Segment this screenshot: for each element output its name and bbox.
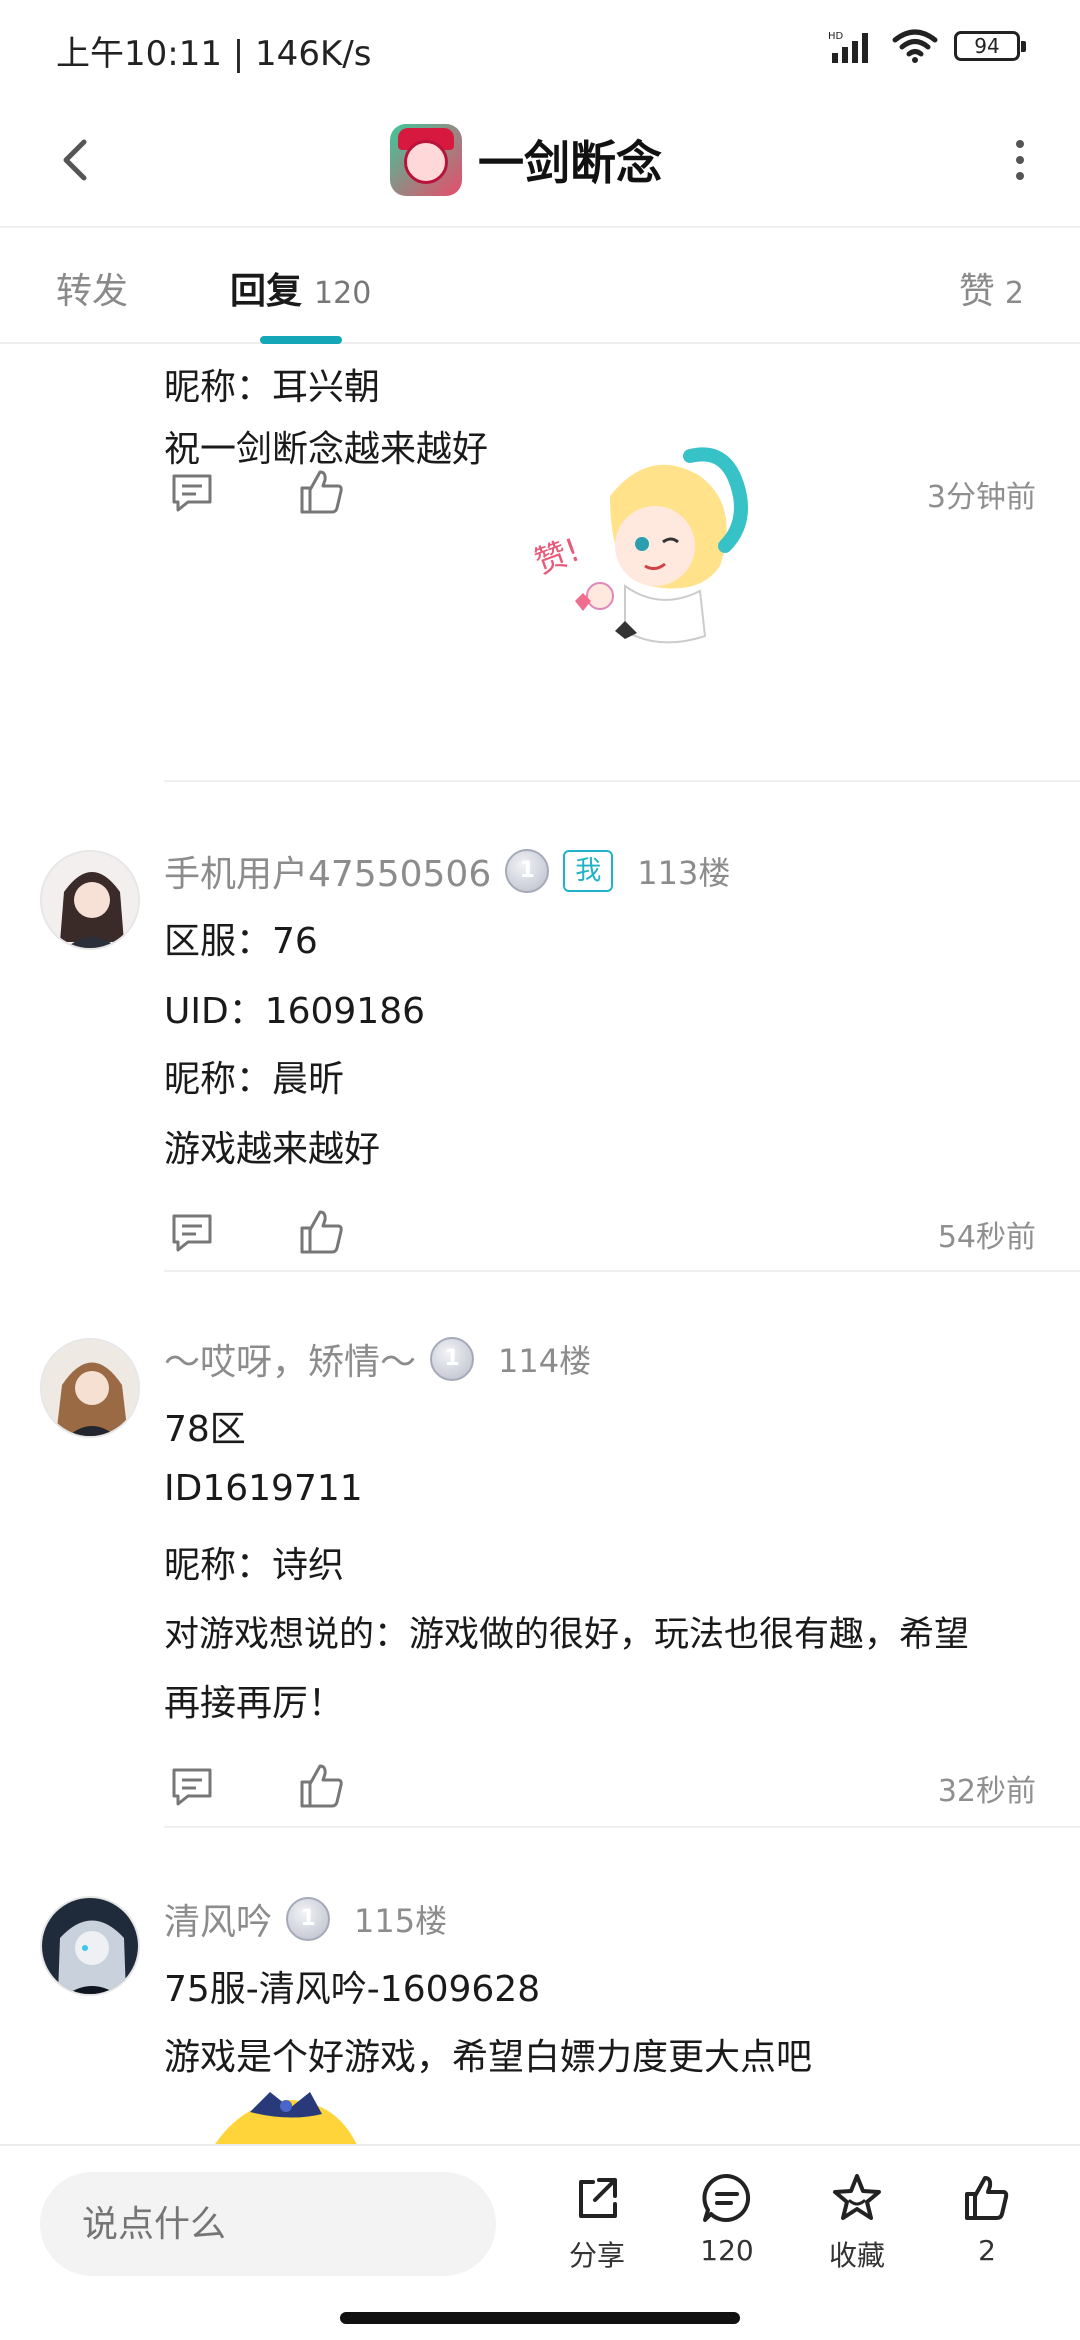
battery-indicator: 94 xyxy=(954,31,1026,61)
post-header: 清风吟 1 115楼 xyxy=(164,1894,447,1944)
active-tab-indicator xyxy=(260,336,342,344)
tab-like[interactable]: 赞2 xyxy=(959,262,1024,314)
share-label: 分享 xyxy=(568,2239,625,2272)
page-title: 一剑断念 xyxy=(478,136,662,190)
post-text-line: UID：1609186 xyxy=(164,991,426,1032)
post-divider xyxy=(164,780,1080,782)
cell-signal-icon: HD xyxy=(828,31,868,63)
comment-icon xyxy=(172,1214,212,1252)
post-actions: 3分钟前 xyxy=(164,464,1040,520)
dot-icon xyxy=(1016,140,1024,148)
username[interactable]: 清风吟 xyxy=(164,1893,272,1945)
post-divider xyxy=(164,1270,1080,1272)
dot-icon xyxy=(1016,156,1024,164)
share-button[interactable]: 分享 xyxy=(542,2170,652,2290)
thumbs-up-icon xyxy=(965,2176,1009,2220)
post-time: 3分钟前 xyxy=(926,480,1036,515)
comment-icon xyxy=(172,474,212,512)
svg-text:赞!: 赞! xyxy=(530,530,585,581)
like-button[interactable] xyxy=(294,1758,350,1814)
star-icon xyxy=(833,2174,881,2220)
avatar[interactable] xyxy=(40,1896,140,1996)
thumbs-up-icon xyxy=(300,1210,343,1254)
floor-number: 114楼 xyxy=(498,1342,592,1380)
comment-count: 120 xyxy=(700,2234,754,2267)
favorite-button[interactable]: 收藏 xyxy=(802,2170,912,2290)
level-badge: 1 xyxy=(286,1897,331,1941)
post-text-line: 昵称：晨昕 xyxy=(164,1059,345,1100)
thumbs-up-icon xyxy=(300,470,343,514)
back-button[interactable] xyxy=(40,124,112,196)
title-group: 一剑断念 xyxy=(390,118,662,202)
wifi-icon xyxy=(892,29,938,63)
like-post-button[interactable]: 2 xyxy=(932,2170,1042,2290)
post-time: 32秒前 xyxy=(937,1774,1036,1809)
tab-count: 120 xyxy=(314,276,372,311)
comment-bubble-icon xyxy=(702,2173,751,2222)
game-logo xyxy=(390,124,462,196)
dot-icon xyxy=(1016,172,1024,180)
tab-label: 回复 xyxy=(230,271,303,312)
thumbs-up-icon xyxy=(300,1764,343,1808)
top-app-bar: 一剑断念 xyxy=(0,92,1080,228)
reply-button[interactable] xyxy=(164,464,220,520)
post-header: ～哎呀，矫情～ 1 114楼 xyxy=(164,1334,591,1384)
sticker-image xyxy=(215,2092,357,2144)
status-bar: 上午10:11 | 146K/s HD 94 xyxy=(0,0,1080,92)
bottom-action-bar: 分享 120 收藏 2 xyxy=(0,2144,1080,2304)
like-count: 2 xyxy=(978,2234,996,2267)
comments-button[interactable]: 120 xyxy=(672,2170,782,2290)
level-badge: 1 xyxy=(505,849,550,893)
like-button[interactable] xyxy=(294,464,350,520)
post-text-line: 昵称：诗织 xyxy=(164,1545,345,1586)
post-text-line: 再接再厉！ xyxy=(164,1683,345,1724)
floor-number: 115楼 xyxy=(354,1902,448,1940)
reply-button[interactable] xyxy=(164,1758,220,1814)
tab-reply[interactable]: 回复 120 xyxy=(230,262,371,314)
tab-bar: 转发 回复 120 赞2 xyxy=(0,228,1080,344)
post-actions: 32秒前 xyxy=(164,1758,1040,1814)
more-options-button[interactable] xyxy=(988,128,1052,192)
post-header: 手机用户47550506 1 我 113楼 xyxy=(164,846,730,896)
post-text-line: 75服-清风吟-1609628 xyxy=(164,1969,541,2010)
share-icon xyxy=(579,2178,617,2218)
post-text-line: 78区 xyxy=(164,1409,246,1450)
comment-icon xyxy=(172,1768,212,1806)
like-button[interactable] xyxy=(294,1204,350,1260)
post-text-line: ID1619711 xyxy=(164,1468,363,1509)
me-tag: 我 xyxy=(563,850,614,892)
home-indicator[interactable] xyxy=(340,2312,740,2324)
status-time: 上午10:11 | 146K/s xyxy=(56,34,372,74)
post-divider xyxy=(164,1826,1080,1828)
avatar[interactable] xyxy=(40,850,140,950)
tab-forward[interactable]: 转发 xyxy=(56,262,128,314)
reply-button[interactable] xyxy=(164,1204,220,1260)
username[interactable]: 手机用户47550506 xyxy=(164,845,491,897)
favorite-label: 收藏 xyxy=(828,2239,885,2272)
comment-input[interactable] xyxy=(40,2172,496,2276)
post-text-line: 对游戏想说的：游戏做的很好，玩法也很有趣，希望 xyxy=(164,1615,970,1655)
post-text-line: 昵称：耳兴朝 xyxy=(164,367,381,408)
level-badge: 1 xyxy=(430,1337,475,1381)
username[interactable]: ～哎呀，矫情～ xyxy=(164,1333,416,1385)
post-text-line: 游戏越来越好 xyxy=(164,1129,381,1170)
post-text-line: 区服：76 xyxy=(164,921,318,962)
post-text-line: 游戏是个好游戏，希望白嫖力度更大点吧 xyxy=(164,2037,813,2078)
reply-list[interactable]: 昵称：耳兴朝 赞! 祝一剑断念越来越好 3分钟前 手机用户47550506 1 … xyxy=(0,344,1080,2144)
status-icons: HD 94 xyxy=(828,26,1026,66)
post-actions: 54秒前 xyxy=(164,1204,1040,1260)
tab-label: 赞 xyxy=(958,271,995,312)
tab-label: 转发 xyxy=(56,271,129,312)
post-time: 54秒前 xyxy=(937,1220,1036,1255)
floor-number: 113楼 xyxy=(637,854,731,892)
svg-text:HD: HD xyxy=(828,31,844,42)
chevron-left-icon xyxy=(63,139,87,181)
avatar[interactable] xyxy=(40,1338,140,1438)
tab-count: 2 xyxy=(1004,276,1024,311)
